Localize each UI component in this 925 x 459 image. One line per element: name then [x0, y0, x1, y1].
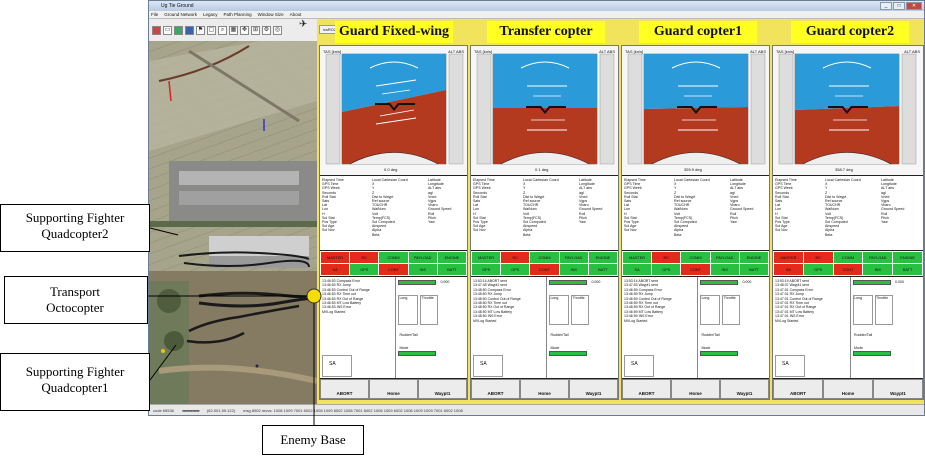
annotation-leaders: [148, 227, 322, 425]
enemy-base-marker: [306, 288, 322, 304]
